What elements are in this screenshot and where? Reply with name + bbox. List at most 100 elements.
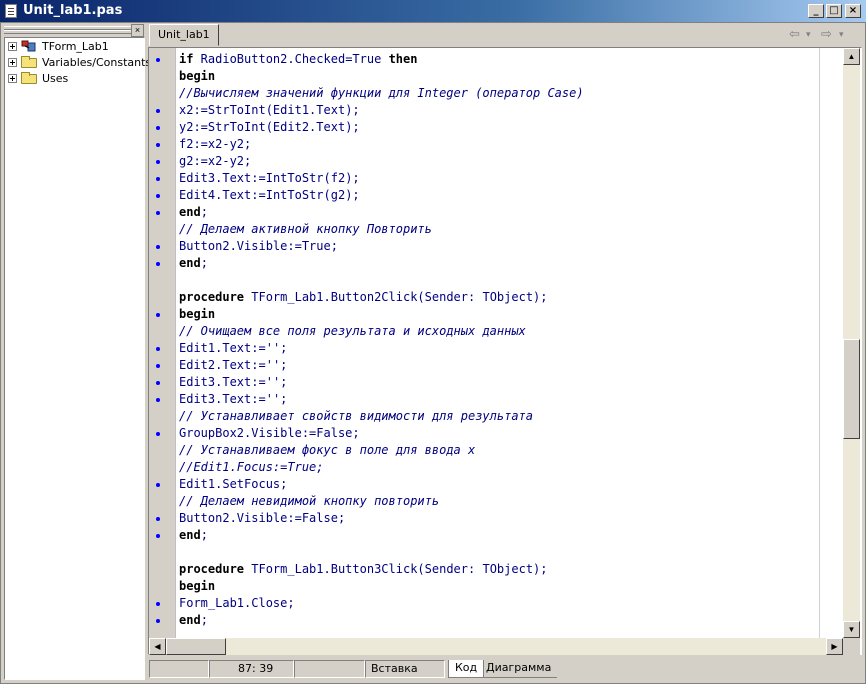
scroll-right-icon[interactable]: ▶ <box>826 638 843 655</box>
code-line: Edit3.Text:=''; <box>156 391 584 408</box>
cursor-position: 87: 39 <box>209 660 294 678</box>
code-line: end; <box>156 255 584 272</box>
breakpoint-dot-icon[interactable] <box>156 245 160 249</box>
close-pane-icon[interactable]: × <box>131 24 144 37</box>
code-line: procedure TForm_Lab1.Button2Click(Sender… <box>179 290 548 304</box>
code-line: Edit2.Text:=''; <box>156 357 584 374</box>
code-lines: if RadioButton2.Checked=True then begin//… <box>156 51 584 629</box>
code-line: // Делаем активной кнопку Повторить <box>179 222 432 236</box>
right-margin-line <box>819 48 820 654</box>
code-line: x2:=StrToInt(Edit1.Text); <box>156 102 584 119</box>
code-line: // Устанавливаем фокус в поле для ввода … <box>179 443 476 457</box>
code-line: g2:=x2-y2; <box>156 153 584 170</box>
breakpoint-dot-icon[interactable] <box>156 517 160 521</box>
vertical-scrollbar[interactable]: ▲ ▼ <box>843 48 860 638</box>
code-explorer-tree: TForm_Lab1 Variables/Constants Uses <box>4 37 151 680</box>
horizontal-scroll-thumb[interactable] <box>166 638 226 655</box>
title-bar: Unit_lab1.pas _ □ × <box>0 0 866 22</box>
code-line: // Очищаем все поля результата и исходны… <box>179 324 526 338</box>
breakpoint-dot-icon[interactable] <box>156 483 160 487</box>
expand-icon[interactable] <box>8 42 17 51</box>
breakpoint-dot-icon[interactable] <box>156 602 160 606</box>
code-line: y2:=StrToInt(Edit2.Text); <box>156 119 584 136</box>
code-line: end; <box>156 204 584 221</box>
breakpoint-dot-icon[interactable] <box>156 313 160 317</box>
scroll-left-icon[interactable]: ◀ <box>149 638 166 655</box>
folder-icon <box>21 72 37 84</box>
code-explorer-header: × <box>4 24 145 37</box>
code-line: Form_Lab1.Close; <box>156 595 584 612</box>
component-icon <box>21 40 36 52</box>
tab-unit-lab1[interactable]: Unit_lab1 <box>149 24 219 46</box>
breakpoint-dot-icon[interactable] <box>156 143 160 147</box>
forward-dropdown-icon[interactable]: ▾ <box>839 30 844 40</box>
breakpoint-dot-icon[interactable] <box>156 109 160 113</box>
breakpoint-dot-icon[interactable] <box>156 177 160 181</box>
code-line: Edit1.SetFocus; <box>156 476 584 493</box>
breakpoint-dot-icon[interactable] <box>156 160 160 164</box>
pane-grip[interactable] <box>4 30 131 34</box>
back-dropdown-icon[interactable]: ▾ <box>806 30 811 40</box>
code-line: Button2.Visible:=False; <box>156 510 584 527</box>
code-editor[interactable]: if RadioButton2.Checked=True then begin//… <box>148 47 862 655</box>
scroll-corner <box>843 638 860 655</box>
tab-diagram[interactable]: Диаграмма <box>480 660 558 678</box>
folder-icon <box>21 56 37 68</box>
tree-item-label: TForm_Lab1 <box>42 40 109 53</box>
code-line: end; <box>156 612 584 629</box>
insert-mode: Вставка <box>365 660 445 678</box>
status-cell-empty <box>149 660 209 678</box>
window-title: Unit_lab1.pas <box>23 3 123 18</box>
editor-gutter[interactable] <box>149 48 176 654</box>
breakpoint-dot-icon[interactable] <box>156 262 160 266</box>
scroll-down-icon[interactable]: ▼ <box>843 621 860 638</box>
breakpoint-dot-icon[interactable] <box>156 381 160 385</box>
scroll-up-icon[interactable]: ▲ <box>843 48 860 65</box>
code-line: procedure TForm_Lab1.Button3Click(Sender… <box>179 562 548 576</box>
tree-item-label: Variables/Constants <box>42 56 152 69</box>
editor-tab-strip: Unit_lab1 ⇦ ▾ ⇨ ▾ <box>147 22 863 46</box>
modified-indicator <box>294 660 365 678</box>
breakpoint-dot-icon[interactable] <box>156 398 160 402</box>
back-arrow-icon[interactable]: ⇦ <box>789 27 800 42</box>
breakpoint-dot-icon[interactable] <box>156 58 160 62</box>
breakpoint-dot-icon[interactable] <box>156 432 160 436</box>
minimize-button[interactable]: _ <box>808 4 824 18</box>
status-bar: 87: 39 Вставка Код Диаграмма <box>147 658 863 680</box>
code-line: begin <box>179 69 216 83</box>
code-line: Edit3.Text:=''; <box>156 374 584 391</box>
code-line: //Edit1.Focus:=True; <box>179 460 324 474</box>
tree-item-variables-constants[interactable]: Variables/Constants <box>8 55 151 71</box>
tree-item-label: Uses <box>42 72 69 85</box>
code-line: begin <box>156 306 584 323</box>
expand-icon[interactable] <box>8 74 17 83</box>
code-line: begin <box>179 579 216 593</box>
close-button[interactable]: × <box>845 4 861 18</box>
tree-item-tform-lab1[interactable]: TForm_Lab1 <box>8 39 144 55</box>
breakpoint-dot-icon[interactable] <box>156 194 160 198</box>
navigation-arrows: ⇦ ▾ ⇨ ▾ <box>789 27 853 43</box>
breakpoint-dot-icon[interactable] <box>156 619 160 623</box>
breakpoint-dot-icon[interactable] <box>156 211 160 215</box>
tree-item-uses[interactable]: Uses <box>8 71 144 87</box>
code-line: Button2.Visible:=True; <box>156 238 584 255</box>
breakpoint-dot-icon[interactable] <box>156 534 160 538</box>
code-line: Edit1.Text:=''; <box>156 340 584 357</box>
code-line: Edit3.Text:=IntToStr(f2); <box>156 170 584 187</box>
maximize-button[interactable]: □ <box>826 4 842 18</box>
code-line: Edit4.Text:=IntToStr(g2); <box>156 187 584 204</box>
code-line: f2:=x2-y2; <box>156 136 584 153</box>
tab-code[interactable]: Код <box>448 660 485 678</box>
forward-arrow-icon[interactable]: ⇨ <box>821 27 832 42</box>
code-line: end; <box>156 527 584 544</box>
code-line: // Делаем невидимой кнопку повторить <box>179 494 440 508</box>
code-line: // Устанавливает свойств видимости для р… <box>179 409 534 423</box>
breakpoint-dot-icon[interactable] <box>156 347 160 351</box>
vertical-scroll-thumb[interactable] <box>843 338 860 439</box>
expand-icon[interactable] <box>8 58 17 67</box>
breakpoint-dot-icon[interactable] <box>156 364 160 368</box>
horizontal-scrollbar[interactable]: ◀ ▶ <box>149 638 843 655</box>
breakpoint-dot-icon[interactable] <box>156 126 160 130</box>
